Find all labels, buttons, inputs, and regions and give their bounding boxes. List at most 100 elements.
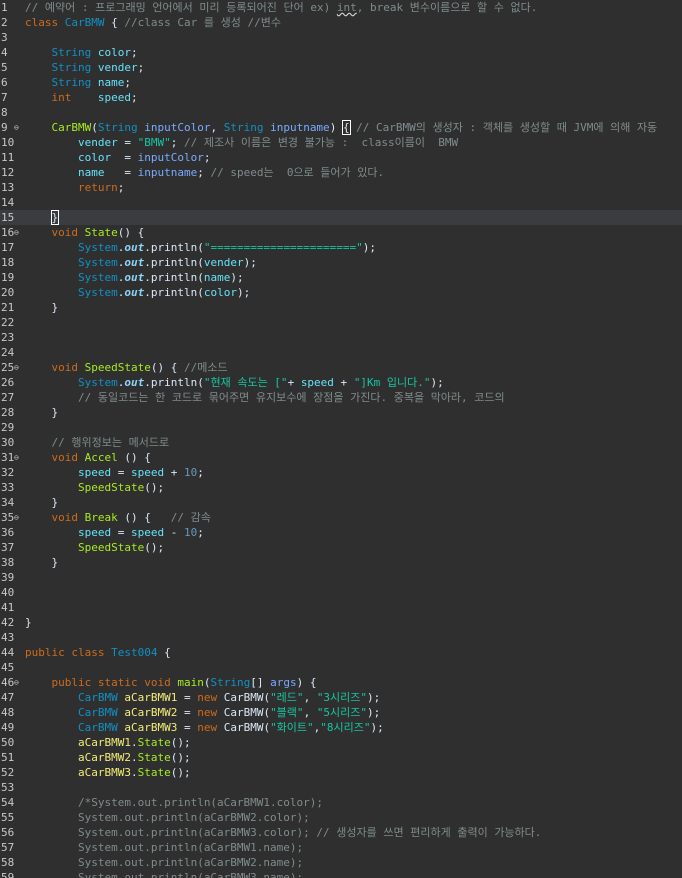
code-text: System.out.println(name); (25, 270, 244, 285)
code-line[interactable]: 49 CarBMW aCarBMW3 = new CarBMW("화이트","8… (0, 720, 682, 735)
code-text: System.out.println("====================… (25, 240, 376, 255)
code-line[interactable]: 45 (0, 660, 682, 675)
code-line[interactable]: 27 // 동일코드는 한 코드로 묶어주면 유지보수에 장점을 가진다. 중복… (0, 390, 682, 405)
code-token: "5시리즈" (316, 706, 368, 719)
line-number: 23 (1, 331, 15, 344)
code-token: } (25, 301, 59, 314)
code-line[interactable]: 5 String vender; (0, 60, 682, 75)
code-line[interactable]: 53 (0, 780, 682, 795)
code-text: } (25, 615, 32, 630)
code-line[interactable]: 41 (0, 600, 682, 615)
code-line[interactable]: 15 } (0, 210, 682, 225)
code-line[interactable]: 50 aCarBMW1.State(); (0, 735, 682, 750)
code-line[interactable]: 58 System.out.println(aCarBMW2.name); (0, 855, 682, 870)
code-line[interactable]: 6 String name; (0, 75, 682, 90)
fold-toggle-icon[interactable]: ⊖ (14, 225, 22, 240)
code-line[interactable]: 51 aCarBMW2.State(); (0, 750, 682, 765)
code-line[interactable]: 59 System.out.println(aCarBMW3.name); (0, 870, 682, 878)
line-number: 29 (1, 421, 15, 434)
code-line[interactable]: 54 /*System.out.println(aCarBMW1.color); (0, 795, 682, 810)
code-line[interactable]: 43 (0, 630, 682, 645)
code-token: CarBMW( (223, 721, 271, 734)
code-line[interactable]: 24 (0, 345, 682, 360)
code-line[interactable]: 3 (0, 30, 682, 45)
code-line[interactable]: 9 ⊖ CarBMW(String inputColor, String inpu… (0, 120, 682, 135)
line-number: 42 (1, 616, 15, 629)
code-line[interactable]: 42} (0, 615, 682, 630)
code-line[interactable]: 56 System.out.println(aCarBMW3.color); /… (0, 825, 682, 840)
code-line[interactable]: 33 SpeedState(); (0, 480, 682, 495)
code-line[interactable]: 30 // 행위정보는 메서드로 (0, 435, 682, 450)
code-line[interactable]: 12 name = inputname; // speed는 0으로 들어가 있… (0, 165, 682, 180)
code-line[interactable]: 8 (0, 105, 682, 120)
code-line[interactable]: 32 speed = speed + 10; (0, 465, 682, 480)
code-line[interactable]: 48 CarBMW aCarBMW2 = new CarBMW("블랙", "5… (0, 705, 682, 720)
code-token: Test004 (111, 646, 158, 659)
code-token: out (124, 271, 145, 284)
code-line[interactable]: 57 System.out.println(aCarBMW1.name); (0, 840, 682, 855)
code-line[interactable]: 44 public class Test004 { (0, 645, 682, 660)
code-line[interactable]: 31 ⊖ void Accel () { (0, 450, 682, 465)
line-number: 48 (1, 706, 15, 719)
code-line[interactable]: 18 System.out.println(vender); (0, 255, 682, 270)
code-token: out (124, 241, 145, 254)
code-token: String (97, 121, 145, 134)
fold-toggle-icon[interactable]: ⊖ (14, 510, 22, 525)
code-line[interactable]: 7 int speed; (0, 90, 682, 105)
code-line[interactable]: 14 (0, 195, 682, 210)
code-line[interactable]: 16 ⊖ void State() { (0, 225, 682, 240)
code-line[interactable]: 23 (0, 330, 682, 345)
code-text: System.out.println("현재 속도는 ["+ speed + "… (25, 375, 444, 390)
line-number: 24 (1, 346, 15, 359)
code-line[interactable]: 29 (0, 420, 682, 435)
code-token: void (51, 361, 85, 374)
code-line[interactable]: 20 System.out.println(color); (0, 285, 682, 300)
code-token: ; (130, 46, 138, 59)
code-line[interactable]: 11 color = inputColor; (0, 150, 682, 165)
code-line[interactable]: 46 ⊖ public static void main(String[] arg… (0, 675, 682, 690)
code-line[interactable]: 25 ⊖ void SpeedState() { //메소드 (0, 360, 682, 375)
code-token: "]Km 입니다." (353, 376, 431, 389)
code-line[interactable]: 17 System.out.println("=================… (0, 240, 682, 255)
code-token: 10 (183, 526, 198, 539)
code-token: // speed는 0으로 들어가 있다. (210, 166, 385, 179)
code-token: ; (197, 466, 204, 479)
code-line[interactable]: 1 // 예약어 : 프로그래밍 언어에서 미리 등록되어진 단어 ex) int… (0, 0, 682, 15)
code-line[interactable]: 55 System.out.println(aCarBMW2.color); (0, 810, 682, 825)
code-line[interactable]: 47 CarBMW aCarBMW1 = new CarBMW("레드", "3… (0, 690, 682, 705)
line-number: 47 (1, 691, 15, 704)
code-line[interactable]: 35 ⊖ void Break () { // 감속 (0, 510, 682, 525)
fold-toggle-icon[interactable]: ⊖ (14, 450, 22, 465)
code-line[interactable]: 22 (0, 315, 682, 330)
code-line[interactable]: 40 (0, 585, 682, 600)
fold-toggle-icon[interactable]: ⊖ (14, 360, 22, 375)
code-token: SpeedState (77, 541, 145, 554)
fold-toggle-icon[interactable]: ⊖ (14, 675, 22, 690)
code-token: ); (367, 706, 381, 719)
code-line[interactable]: 19 System.out.println(name); (0, 270, 682, 285)
code-line[interactable]: 26 System.out.println("현재 속도는 ["+ speed … (0, 375, 682, 390)
code-line[interactable]: 38 } (0, 555, 682, 570)
code-token: ); (236, 286, 251, 299)
code-line[interactable]: 52 aCarBMW3.State(); (0, 765, 682, 780)
line-number: 14 (1, 196, 15, 209)
code-line[interactable]: 34 } (0, 495, 682, 510)
code-line[interactable]: 37 SpeedState(); (0, 540, 682, 555)
code-text: String vender; (25, 60, 145, 75)
code-token: , (303, 706, 317, 719)
code-line[interactable]: 2 class CarBMW { //class Car 를 생성 //변수 (0, 15, 682, 30)
code-editor[interactable]: 1 // 예약어 : 프로그래밍 언어에서 미리 등록되어진 단어 ex) int… (0, 0, 682, 878)
code-token: ( (91, 121, 98, 134)
code-line[interactable]: 36 speed = speed - 10; (0, 525, 682, 540)
code-line[interactable]: 28 } (0, 405, 682, 420)
code-token: , break 변수이름으로 할 수 없다. (356, 1, 538, 14)
code-line[interactable]: 21 } (0, 300, 682, 315)
code-line[interactable]: 39 (0, 570, 682, 585)
code-text: SpeedState(); (25, 540, 164, 555)
code-line[interactable]: 4 String color; (0, 45, 682, 60)
code-line[interactable]: 10 vender = "BMW"; // 제조사 이름은 변경 불가능 : c… (0, 135, 682, 150)
code-line[interactable]: 13 return; (0, 180, 682, 195)
fold-toggle-icon[interactable]: ⊖ (14, 120, 22, 135)
